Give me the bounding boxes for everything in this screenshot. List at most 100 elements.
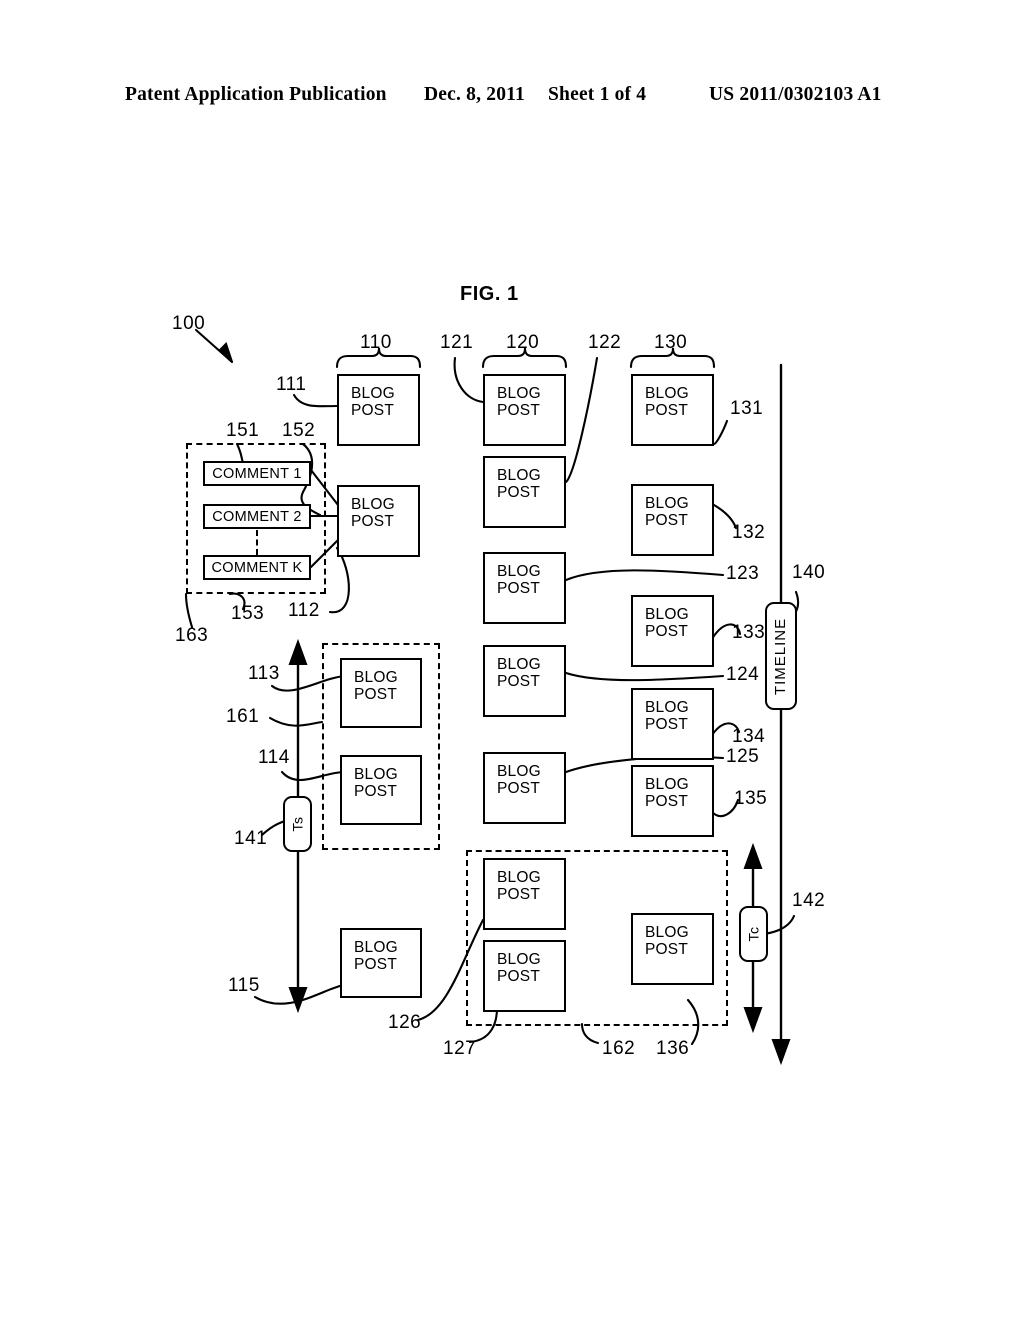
ref-123: 123 bbox=[726, 563, 760, 584]
header-patent-number: US 2011/0302103 A1 bbox=[709, 84, 882, 105]
blog-post-label-line1: BLOG bbox=[497, 869, 541, 886]
blog-post-123[interactable]: BLOG POST bbox=[483, 552, 566, 624]
ref-140: 140 bbox=[792, 562, 826, 583]
blog-post-121[interactable]: BLOG POST bbox=[483, 374, 566, 446]
blog-post-label-line1: BLOG bbox=[497, 563, 541, 580]
blog-post-135[interactable]: BLOG POST bbox=[631, 765, 714, 837]
comment-box-152[interactable]: COMMENT 2 bbox=[203, 504, 311, 529]
tc-marker-label: Tc bbox=[745, 926, 762, 942]
ref-125: 125 bbox=[726, 746, 760, 767]
ref-133: 133 bbox=[732, 622, 766, 643]
blog-post-label-line2: POST bbox=[645, 402, 689, 420]
blog-post-label-line2: POST bbox=[497, 780, 541, 798]
blog-post-111[interactable]: BLOG POST bbox=[337, 374, 420, 446]
ref-151: 151 bbox=[226, 420, 260, 441]
comment-box-151[interactable]: COMMENT 1 bbox=[203, 461, 311, 486]
leader-112 bbox=[328, 546, 350, 614]
ref-111: 111 bbox=[276, 374, 307, 395]
blog-post-label-line2: POST bbox=[645, 716, 689, 734]
ts-axis-arrowhead-bottom bbox=[288, 986, 308, 1014]
ref-100: 100 bbox=[172, 313, 206, 334]
blog-post-115[interactable]: BLOG POST bbox=[340, 928, 422, 998]
blog-post-122[interactable]: BLOG POST bbox=[483, 456, 566, 528]
ref-153: 153 bbox=[231, 603, 265, 624]
blog-post-label-line1: BLOG bbox=[645, 776, 689, 793]
ref-152: 152 bbox=[282, 420, 316, 441]
blog-post-125[interactable]: BLOG POST bbox=[483, 752, 566, 824]
ref-126: 126 bbox=[388, 1012, 422, 1033]
patent-header: Patent Application Publication Dec. 8, 2… bbox=[0, 84, 1024, 118]
leader-163 bbox=[184, 592, 194, 629]
blog-post-136[interactable]: BLOG POST bbox=[631, 913, 714, 985]
leader-122 bbox=[564, 356, 599, 484]
header-publication: Patent Application Publication bbox=[125, 84, 387, 105]
timeline-arrowhead bbox=[771, 1038, 791, 1066]
ref-130: 130 bbox=[654, 332, 688, 353]
blog-post-132[interactable]: BLOG POST bbox=[631, 484, 714, 556]
blog-post-127[interactable]: BLOG POST bbox=[483, 940, 566, 1012]
blog-post-label-line2: POST bbox=[354, 956, 398, 974]
ref-161: 161 bbox=[226, 706, 260, 727]
blog-post-label-line2: POST bbox=[354, 783, 398, 801]
blog-post-label-line2: POST bbox=[497, 580, 541, 598]
blog-post-label-line2: POST bbox=[497, 402, 541, 420]
figure-title: FIG. 1 bbox=[460, 283, 519, 305]
timeline-marker-label: TIMELINE bbox=[772, 617, 790, 695]
blog-post-134[interactable]: BLOG POST bbox=[631, 688, 714, 760]
blog-post-label-line2: POST bbox=[354, 686, 398, 704]
ref-112: 112 bbox=[288, 600, 320, 621]
tc-marker-142[interactable]: Tc bbox=[739, 906, 768, 962]
header-date: Dec. 8, 2011 bbox=[424, 84, 525, 105]
blog-post-label-line1: BLOG bbox=[351, 385, 395, 402]
timeline-marker-140[interactable]: TIMELINE bbox=[765, 602, 797, 710]
blog-post-label-line2: POST bbox=[645, 941, 689, 959]
tc-axis-arrowhead-top bbox=[743, 842, 763, 870]
blog-post-124[interactable]: BLOG POST bbox=[483, 645, 566, 717]
blog-post-label-line2: POST bbox=[497, 886, 541, 904]
leader-161 bbox=[268, 716, 324, 727]
blog-post-131[interactable]: BLOG POST bbox=[631, 374, 714, 446]
comment-box-153[interactable]: COMMENT K bbox=[203, 555, 311, 580]
blog-post-label-line2: POST bbox=[497, 484, 541, 502]
blog-post-label-line2: POST bbox=[351, 402, 395, 420]
ref-163: 163 bbox=[175, 625, 209, 646]
blog-post-label-line1: BLOG bbox=[645, 385, 689, 402]
ref-120: 120 bbox=[506, 332, 540, 353]
ref-114: 114 bbox=[258, 747, 290, 768]
ref-127: 127 bbox=[443, 1038, 477, 1059]
blog-post-133[interactable]: BLOG POST bbox=[631, 595, 714, 667]
ref-136: 136 bbox=[656, 1038, 690, 1059]
ref-135: 135 bbox=[734, 788, 768, 809]
header-sheet-number: Sheet 1 of 4 bbox=[548, 84, 647, 105]
ref-121: 121 bbox=[440, 332, 474, 353]
ref-131: 131 bbox=[730, 398, 764, 419]
ref-110: 110 bbox=[360, 332, 392, 353]
ts-marker-label: Ts bbox=[289, 816, 306, 832]
blog-post-label-line2: POST bbox=[497, 968, 541, 986]
ref-132: 132 bbox=[732, 522, 766, 543]
ts-marker-141[interactable]: Ts bbox=[283, 796, 312, 852]
blog-post-114[interactable]: BLOG POST bbox=[340, 755, 422, 825]
blog-post-label-line1: BLOG bbox=[351, 496, 395, 513]
blog-post-113[interactable]: BLOG POST bbox=[340, 658, 422, 728]
leader-123 bbox=[564, 569, 725, 582]
ref-122: 122 bbox=[588, 332, 622, 353]
blog-post-label-line2: POST bbox=[645, 512, 689, 530]
blog-post-label-line1: BLOG bbox=[497, 951, 541, 968]
blog-post-label-line2: POST bbox=[645, 623, 689, 641]
blog-post-label-line1: BLOG bbox=[354, 939, 398, 956]
blog-post-label-line1: BLOG bbox=[497, 763, 541, 780]
blog-post-label-line1: BLOG bbox=[497, 385, 541, 402]
blog-post-label-line1: BLOG bbox=[354, 766, 398, 783]
leader-131 bbox=[712, 419, 729, 446]
ref-141: 141 bbox=[234, 828, 268, 849]
blog-post-126[interactable]: BLOG POST bbox=[483, 858, 566, 930]
blog-post-label-line2: POST bbox=[645, 793, 689, 811]
blog-post-112[interactable]: BLOG POST bbox=[337, 485, 420, 557]
ref-162: 162 bbox=[602, 1038, 636, 1059]
comment-continuation-dashes bbox=[256, 530, 258, 555]
leader-124 bbox=[564, 671, 725, 682]
leader-115 bbox=[253, 984, 342, 1005]
leader-111 bbox=[292, 393, 339, 408]
leader-162 bbox=[580, 1022, 600, 1045]
